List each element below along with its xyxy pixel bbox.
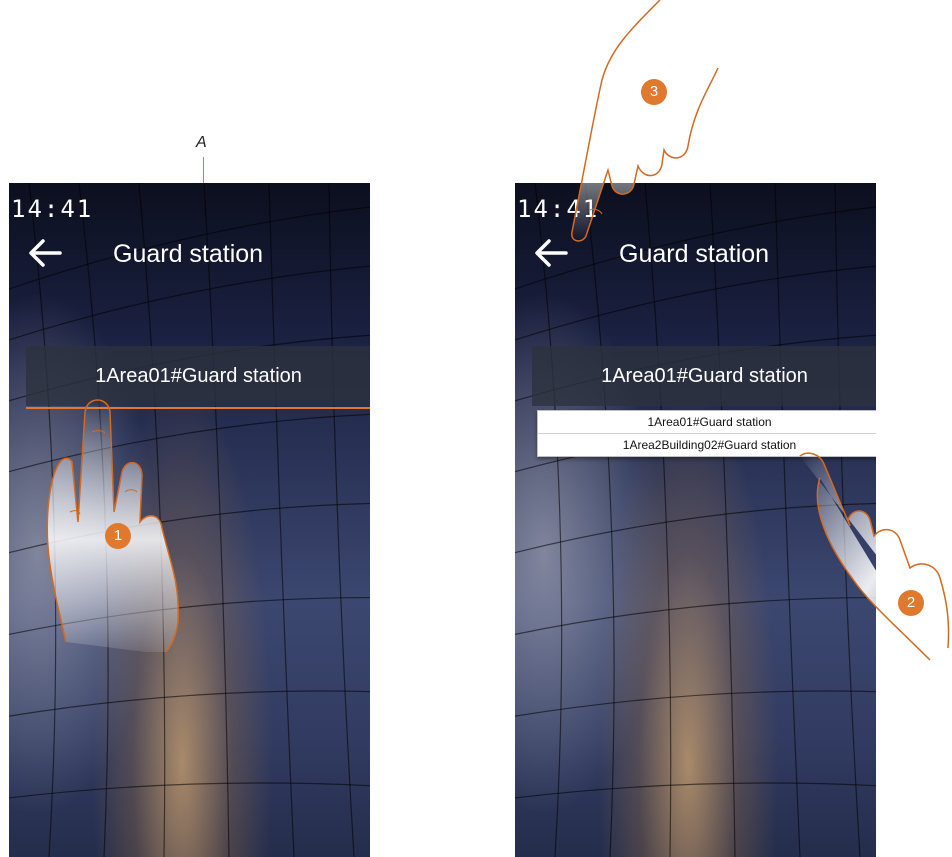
back-arrow-icon[interactable] — [533, 235, 569, 271]
clock-time: 14:41 — [11, 195, 94, 223]
step-number-badge: 2 — [898, 590, 924, 616]
device-screen-step1: 14:41 Guard station 1Area01#Guard statio… — [9, 183, 370, 857]
page-title: Guard station — [619, 240, 770, 268]
selector-underline — [26, 407, 370, 409]
back-arrow-icon[interactable] — [27, 235, 63, 271]
selector-value: 1Area01#Guard station — [95, 364, 302, 387]
device-screen-step2: 14:41 Guard station 1Area01#Guard statio… — [515, 183, 876, 857]
page-title: Guard station — [113, 240, 264, 268]
guard-station-selector[interactable]: 1Area01#Guard station — [532, 346, 876, 406]
dropdown-option[interactable]: 1Area01#Guard station — [538, 411, 876, 433]
building-background-image — [515, 183, 876, 857]
dropdown-option[interactable]: 1Area2Building02#Guard station — [538, 433, 876, 456]
step-number-badge: 3 — [641, 79, 667, 105]
guard-station-selector[interactable]: 1Area01#Guard station — [26, 346, 370, 406]
instruction-figure: A 14:41 Guard station 1Area01#Guard stat… — [0, 0, 952, 857]
selector-value: 1Area01#Guard station — [601, 364, 808, 387]
step-number-badge: 1 — [105, 523, 131, 549]
guard-station-dropdown: 1Area01#Guard station 1Area2Building02#G… — [537, 410, 876, 457]
building-background-image — [9, 183, 370, 857]
clock-time: 14:41 — [517, 195, 600, 223]
callout-label-a: A — [196, 134, 207, 151]
